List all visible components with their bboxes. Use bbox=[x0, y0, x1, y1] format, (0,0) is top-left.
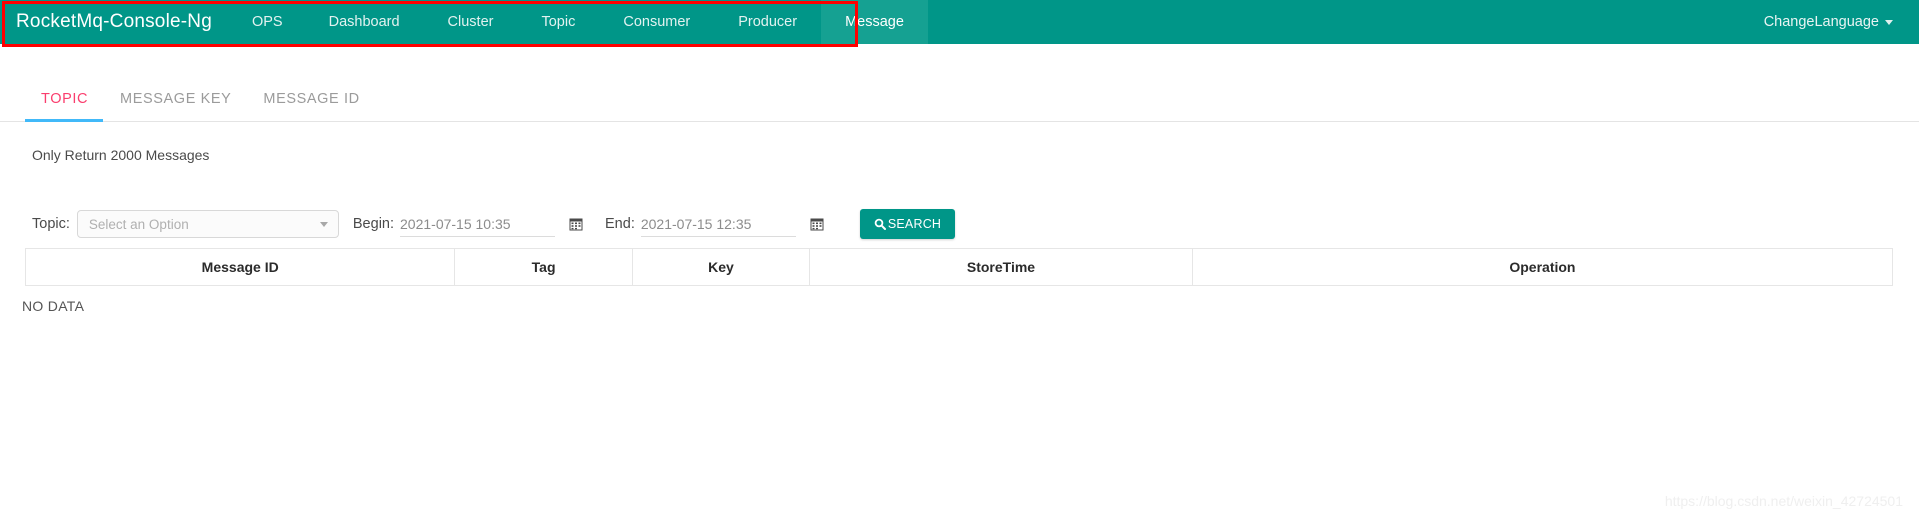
end-label: End: bbox=[605, 216, 635, 232]
nav-item-topic[interactable]: Topic bbox=[517, 0, 599, 44]
nav-item-list: OPS Dashboard Cluster Topic Consumer Pro… bbox=[230, 0, 928, 44]
message-query-form: Topic: Select an Option Begin: 2021-07-1… bbox=[0, 202, 1919, 246]
begin-date-input[interactable]: 2021-07-15 10:35 bbox=[400, 211, 556, 237]
sub-tab-bar: TOPIC MESSAGE KEY MESSAGE ID bbox=[0, 60, 1919, 122]
messages-table-head: Message ID Tag Key StoreTime Operation bbox=[24, 248, 1894, 286]
search-button-label: SEARCH bbox=[887, 217, 942, 231]
column-header-store-time[interactable]: StoreTime bbox=[809, 248, 1193, 286]
top-navbar: RocketMq-Console-Ng OPS Dashboard Cluste… bbox=[0, 0, 1919, 44]
chevron-down-icon bbox=[1885, 19, 1893, 25]
column-header-key[interactable]: Key bbox=[631, 248, 811, 286]
search-button[interactable]: SEARCH bbox=[859, 209, 956, 239]
tab-message-key[interactable]: MESSAGE KEY bbox=[104, 91, 247, 121]
nav-item-ops[interactable]: OPS bbox=[230, 0, 305, 44]
end-date-input[interactable]: 2021-07-15 12:35 bbox=[640, 211, 796, 237]
sub-tab-list: TOPIC MESSAGE KEY MESSAGE ID bbox=[0, 60, 1919, 121]
end-date-value: 2021-07-15 12:35 bbox=[640, 215, 752, 232]
nav-item-message[interactable]: Message bbox=[821, 0, 928, 44]
topic-select-placeholder: Select an Option bbox=[88, 216, 189, 232]
change-language-dropdown[interactable]: ChangeLanguage bbox=[1764, 14, 1893, 30]
begin-date-value: 2021-07-15 10:35 bbox=[400, 215, 511, 232]
tab-topic[interactable]: TOPIC bbox=[25, 91, 104, 121]
watermark-text: https://blog.csdn.net/weixin_42724501 bbox=[1664, 493, 1903, 509]
nav-item-consumer[interactable]: Consumer bbox=[599, 0, 714, 44]
change-language-label: ChangeLanguage bbox=[1763, 14, 1879, 30]
page-root: RocketMq-Console-Ng OPS Dashboard Cluste… bbox=[0, 0, 1919, 513]
column-header-tag[interactable]: Tag bbox=[454, 248, 633, 286]
app-brand[interactable]: RocketMq-Console-Ng bbox=[0, 0, 230, 44]
tab-message-id[interactable]: MESSAGE ID bbox=[247, 91, 375, 121]
calendar-icon[interactable] bbox=[810, 217, 824, 231]
begin-label: Begin: bbox=[352, 216, 395, 232]
nav-item-cluster[interactable]: Cluster bbox=[424, 0, 518, 44]
nav-item-dashboard[interactable]: Dashboard bbox=[305, 0, 424, 44]
chevron-down-icon bbox=[319, 221, 328, 227]
search-icon bbox=[874, 218, 886, 230]
nav-item-producer[interactable]: Producer bbox=[714, 0, 821, 44]
table-header-row: Message ID Tag Key StoreTime Operation bbox=[24, 248, 1894, 286]
topic-label: Topic: bbox=[32, 216, 70, 232]
navbar-right-section: ChangeLanguage bbox=[1764, 0, 1919, 44]
messages-table: Message ID Tag Key StoreTime Operation bbox=[24, 248, 1894, 286]
return-limit-notice: Only Return 2000 Messages bbox=[32, 147, 210, 163]
column-header-operation[interactable]: Operation bbox=[1191, 248, 1894, 286]
calendar-icon[interactable] bbox=[569, 217, 583, 231]
no-data-message: NO DATA bbox=[22, 298, 85, 314]
active-tab-indicator bbox=[25, 119, 103, 122]
column-header-message-id[interactable]: Message ID bbox=[24, 248, 456, 286]
topic-select[interactable]: Select an Option bbox=[76, 210, 339, 238]
